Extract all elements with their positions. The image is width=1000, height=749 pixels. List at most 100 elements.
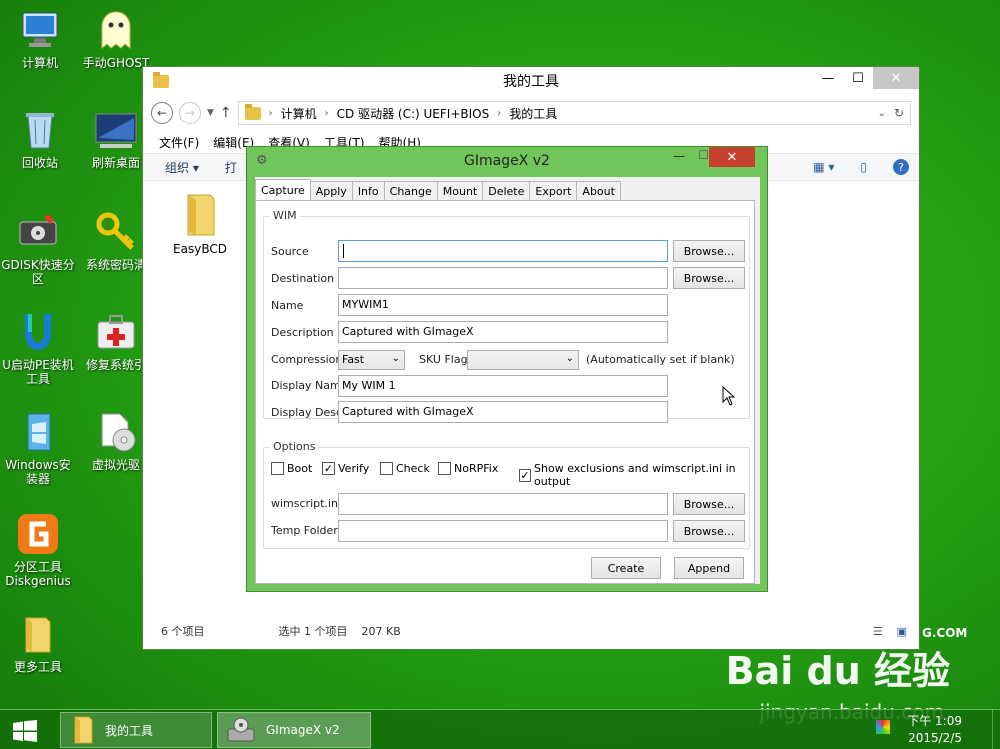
desktop-icon-label: 回收站	[21, 156, 58, 170]
source-browse-button[interactable]: Browse...	[673, 240, 745, 262]
start-button[interactable]	[12, 720, 38, 745]
check-checkbox[interactable]: Check	[380, 462, 430, 475]
desktop-icon-ghost[interactable]: 手动GHOST	[78, 8, 154, 70]
desktop-icon-label: Windows安装器	[5, 458, 71, 486]
desktop-icon-wininstaller[interactable]: Windows安装器	[0, 410, 76, 486]
menu-file[interactable]: 文件(F)	[159, 134, 199, 151]
desktop-icon-more-tools[interactable]: 更多工具	[0, 612, 76, 674]
temp-folder-input[interactable]	[338, 520, 668, 542]
chevron-right-icon: ›	[324, 107, 329, 119]
show-desktop-button[interactable]	[992, 710, 1000, 749]
desktop-icon-diskgenius[interactable]: 分区工具Diskgenius	[0, 512, 76, 588]
minimize-button[interactable]: —	[673, 149, 685, 163]
file-item[interactable]: EasyBCD	[165, 191, 235, 256]
description-input[interactable]: Captured with GImageX	[338, 321, 668, 343]
taskbar-item-explorer[interactable]: 我的工具	[60, 712, 212, 748]
taskbar-item-gimagex[interactable]: GImageX v2	[217, 712, 371, 748]
tab-export[interactable]: Export	[529, 181, 578, 201]
checkmark-icon: ✓	[322, 462, 335, 475]
wim-group-title: WIM	[270, 209, 300, 222]
append-button[interactable]: Append	[674, 557, 744, 579]
tab-mount[interactable]: Mount	[436, 181, 484, 201]
tab-info[interactable]: Info	[351, 181, 385, 201]
close-button[interactable]: ✕	[709, 147, 755, 167]
source-input[interactable]	[338, 240, 668, 262]
chevron-down-icon[interactable]: ⌄	[878, 108, 886, 119]
folder-icon	[153, 72, 169, 88]
disc-icon	[94, 410, 138, 454]
name-input[interactable]: MYWIM1	[338, 294, 668, 316]
wimscript-input[interactable]	[338, 493, 668, 515]
clock-date: 2015/2/5	[908, 731, 962, 745]
skuflag-label: SKU Flag	[419, 353, 468, 366]
boot-checkbox[interactable]: Boot	[271, 462, 312, 475]
large-icons-view-icon[interactable]: ▣	[897, 625, 907, 638]
compression-value: Fast	[342, 353, 365, 366]
tab-apply[interactable]: Apply	[309, 181, 353, 201]
recent-dropdown-icon[interactable]: ▼	[207, 108, 214, 118]
temp-folder-label: Temp Folder	[271, 524, 338, 537]
minimize-button[interactable]: —	[813, 67, 843, 89]
taskbar-item-label: 我的工具	[105, 723, 154, 738]
destination-browse-button[interactable]: Browse...	[673, 267, 745, 289]
details-view-icon[interactable]: ☰	[873, 625, 883, 638]
clock[interactable]: 下午 1:09 2015/2/5	[907, 713, 962, 747]
verify-checkbox[interactable]: ✓ Verify	[322, 462, 369, 475]
maximize-button[interactable]: ☐	[698, 148, 709, 162]
maximize-button[interactable]: ☐	[843, 67, 873, 89]
show-exclusions-checkbox[interactable]: ✓ Show exclusions and wimscript.ini in o…	[519, 462, 754, 488]
explorer-titlebar[interactable]: 我的工具 — ☐ ✕	[143, 67, 919, 95]
breadcrumb-item[interactable]: 我的工具	[509, 105, 557, 122]
organize-button[interactable]: 组织 ▾	[165, 159, 199, 176]
display-name-label: Display Name	[271, 379, 348, 392]
brand-fragment: G.COM	[922, 626, 968, 640]
chevron-down-icon: ⌄	[565, 353, 574, 364]
desktop-icon-recycle-bin[interactable]: 回收站	[2, 108, 78, 170]
create-button[interactable]: Create	[591, 557, 661, 579]
refresh-icon[interactable]: ↻	[894, 106, 904, 120]
description-label: Description	[271, 326, 334, 339]
display-desc-input[interactable]: Captured with GImageX	[338, 401, 668, 423]
tab-about[interactable]: About	[576, 181, 621, 201]
taskbar: 我的工具 GImageX v2 下午 1:09 2015/2/5	[0, 709, 1000, 749]
forward-icon[interactable]: →	[179, 102, 201, 124]
dialog-client: Capture Apply Info Change Mount Delete E…	[255, 177, 760, 584]
skuflag-select[interactable]: ⌄	[467, 350, 579, 370]
disk-tool-icon	[16, 210, 60, 254]
close-button[interactable]: ✕	[873, 67, 919, 89]
wimscript-browse-button[interactable]: Browse...	[673, 493, 745, 515]
desktop-icon-gdisk[interactable]: GDISK快速分区	[0, 210, 76, 286]
view-options-icon[interactable]: ▦ ▾	[813, 160, 834, 174]
network-tray-icon[interactable]	[876, 720, 890, 734]
compression-select[interactable]: Fast ⌄	[338, 350, 405, 370]
address-bar[interactable]: › 计算机 › CD 驱动器 (C:) UEFI+BIOS › 我的工具 ⌄ ↻	[237, 101, 911, 125]
checkbox-label: Verify	[338, 462, 370, 475]
norpfix-checkbox[interactable]: NoRPFix	[438, 462, 498, 475]
tab-capture[interactable]: Capture	[255, 179, 311, 201]
desktop-icon-upe[interactable]: U启动PE装机工具	[0, 310, 76, 386]
open-button[interactable]: 打	[225, 159, 237, 176]
skuflag-hint: (Automatically set if blank)	[586, 353, 735, 366]
tab-change[interactable]: Change	[383, 181, 438, 201]
preview-pane-icon[interactable]: ▯	[860, 160, 867, 174]
display-name-input[interactable]: My WIM 1	[338, 375, 668, 397]
tab-delete[interactable]: Delete	[482, 181, 531, 201]
breadcrumb-item[interactable]: CD 驱动器 (C:) UEFI+BIOS	[337, 105, 490, 122]
help-icon[interactable]: ?	[893, 159, 909, 175]
back-icon[interactable]: ←	[151, 102, 173, 124]
desktop-icon-computer[interactable]: 计算机	[2, 8, 78, 70]
destination-input[interactable]	[338, 267, 668, 289]
checkbox-box	[438, 462, 451, 475]
desktop-icon-label: 更多工具	[13, 660, 62, 674]
up-icon[interactable]: ↑	[220, 105, 232, 121]
display-desc-label: Display Desc.	[271, 406, 346, 419]
capture-tab-page: WIM Source Browse... Destination Browse.…	[255, 200, 755, 584]
folder-icon	[74, 716, 93, 744]
gimagex-titlebar[interactable]: ⚙ GImageX v2 — ☐ ✕	[247, 147, 767, 175]
desktop-icon-label: 计算机	[21, 56, 58, 70]
selection-count: 选中 1 个项目	[278, 625, 348, 638]
checkbox-label: Show exclusions and wimscript.ini in out…	[534, 462, 736, 488]
desktop-icon-label: U启动PE装机工具	[2, 358, 74, 386]
breadcrumb-item[interactable]: 计算机	[281, 105, 317, 122]
temp-folder-browse-button[interactable]: Browse...	[673, 520, 745, 542]
